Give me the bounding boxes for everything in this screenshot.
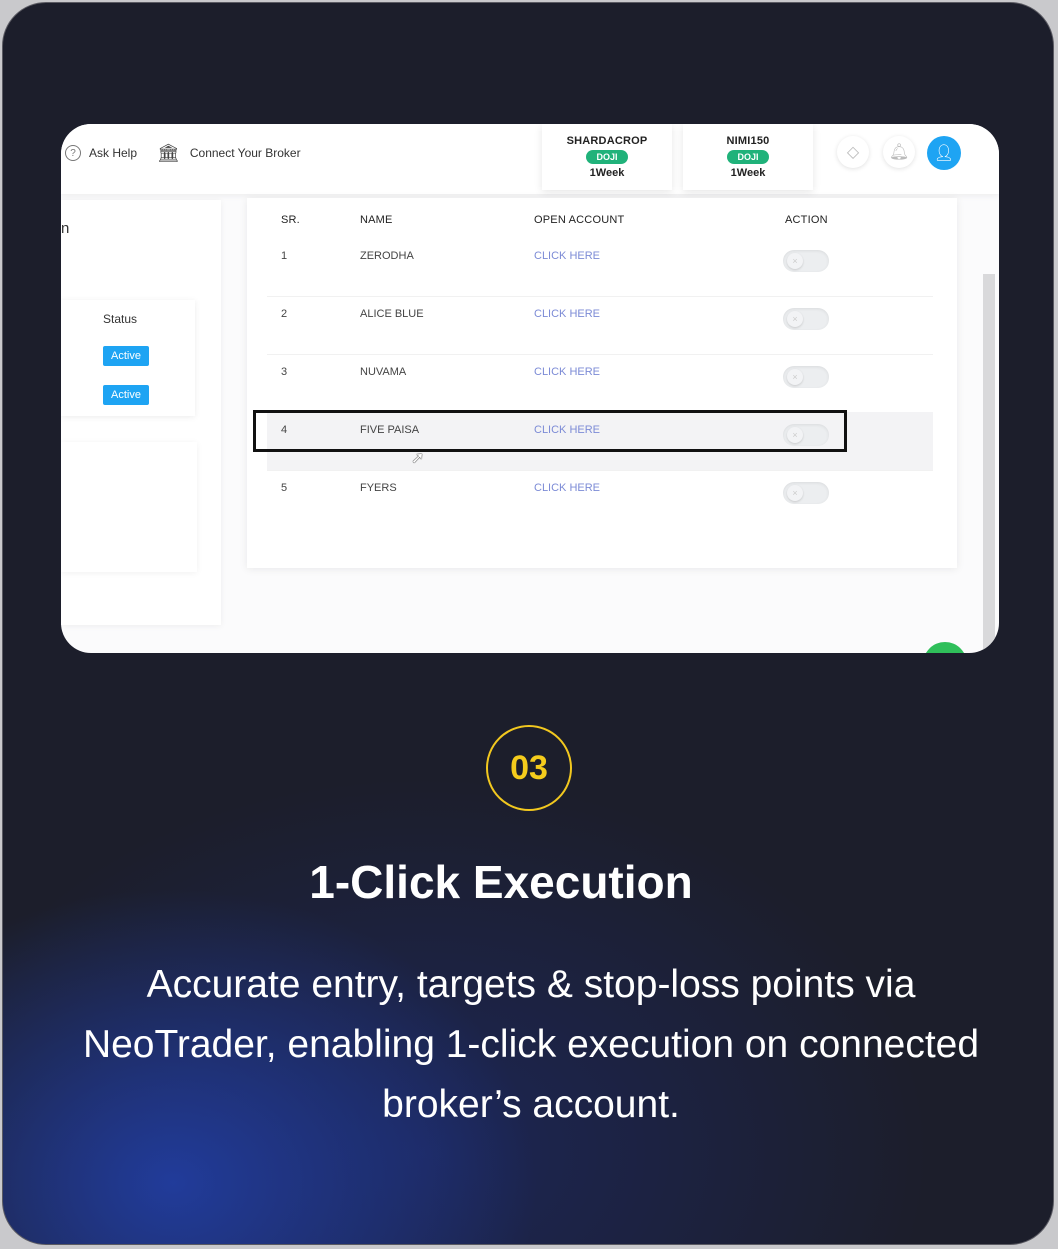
row-sr: 2	[281, 308, 288, 320]
row-name: ALICE BLUE	[360, 308, 424, 320]
col-header-name: NAME	[360, 214, 393, 226]
row-name: ZERODHA	[360, 250, 414, 262]
step-number: 03	[486, 725, 572, 811]
table-row: 5 FYERS CLICK HERE ×	[267, 470, 933, 528]
cursor-icon: ➚	[411, 450, 425, 467]
bank-icon: 🏛	[157, 143, 180, 163]
open-account-link[interactable]: CLICK HERE	[534, 366, 600, 378]
help-icon: ?	[65, 145, 81, 161]
table-row: 1 ZERODHA CLICK HERE ×	[267, 238, 933, 297]
feature-title: 1-Click Execution	[309, 856, 693, 908]
close-icon: ×	[787, 485, 803, 501]
stock-period: 1Week	[589, 167, 625, 179]
side-card	[61, 442, 197, 572]
stock-chip[interactable]: SHARDACROP DOJI 1Week	[542, 124, 672, 190]
scrollbar[interactable]	[983, 274, 995, 653]
status-badge: Active	[103, 346, 149, 366]
pattern-badge: DOJI	[586, 150, 628, 164]
col-header-sr: SR.	[281, 214, 300, 226]
open-account-link[interactable]: CLICK HERE	[534, 308, 600, 320]
highlight-box	[253, 410, 847, 452]
broker-table: SR. NAME OPEN ACCOUNT ACTION 1 ZERODHA C…	[247, 198, 957, 568]
feature-card: ? Ask Help 🏛 Connect Your Broker SHARDAC…	[2, 2, 1054, 1245]
table-row: 2 ALICE BLUE CLICK HERE ×	[267, 296, 933, 355]
ask-help-label: Ask Help	[89, 146, 138, 160]
connect-broker-label: Connect Your Broker	[189, 146, 301, 160]
row-sr: 1	[281, 250, 288, 262]
table-row: 3 NUVAMA CLICK HERE ×	[267, 354, 933, 413]
status-card: Status Active Active	[61, 300, 195, 416]
connect-toggle[interactable]: ×	[783, 250, 829, 272]
row-sr: 5	[281, 482, 288, 494]
connect-toggle[interactable]: ×	[783, 482, 829, 504]
close-icon: ×	[787, 369, 803, 385]
left-panel-title: n	[61, 220, 70, 237]
connect-toggle[interactable]: ×	[783, 366, 829, 388]
connect-broker-link[interactable]: 🏛 Connect Your Broker	[157, 144, 301, 162]
stock-name: NIMI150	[726, 135, 770, 147]
connect-toggle[interactable]: ×	[783, 308, 829, 330]
row-name: NUVAMA	[360, 366, 407, 378]
feature-description: Accurate entry, targets & stop-loss poin…	[82, 963, 980, 1126]
row-name: FYERS	[360, 482, 397, 494]
user-icon[interactable]: 👤︎	[927, 136, 961, 170]
row-sr: 3	[281, 366, 288, 378]
diamond-icon[interactable]: ◇	[837, 136, 869, 168]
status-header: Status	[103, 312, 138, 326]
bell-icon[interactable]: 🔔︎	[883, 136, 915, 168]
col-header-open-account: OPEN ACCOUNT	[534, 214, 625, 226]
open-account-link[interactable]: CLICK HERE	[534, 250, 600, 262]
stock-name: SHARDACROP	[566, 135, 648, 147]
top-bar: ? Ask Help 🏛 Connect Your Broker SHARDAC…	[61, 124, 999, 194]
close-icon: ×	[787, 311, 803, 327]
status-badge: Active	[103, 385, 149, 405]
ask-help-link[interactable]: ? Ask Help	[65, 145, 137, 161]
chat-button[interactable]	[923, 642, 967, 653]
stock-chip[interactable]: NIMI150 DOJI 1Week	[683, 124, 813, 190]
pattern-badge: DOJI	[727, 150, 769, 164]
stock-period: 1Week	[730, 167, 766, 179]
col-header-action: ACTION	[785, 214, 828, 226]
close-icon: ×	[787, 253, 803, 269]
app-screenshot: ? Ask Help 🏛 Connect Your Broker SHARDAC…	[61, 124, 999, 653]
open-account-link[interactable]: CLICK HERE	[534, 482, 600, 494]
